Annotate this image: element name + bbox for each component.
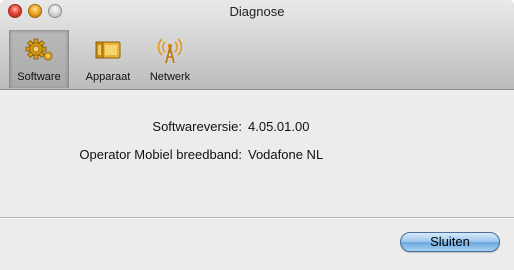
footer-separator [0, 217, 514, 219]
tab-software[interactable]: Software [9, 30, 69, 88]
window-title: Diagnose [229, 4, 285, 19]
software-version-label: Softwareversie: [152, 119, 242, 134]
tab-software-label: Software [17, 71, 61, 83]
title-bar[interactable]: Diagnose [0, 0, 514, 24]
software-version-value: 4.05.01.00 [248, 119, 310, 134]
operator-label: Operator Mobiel breedband: [79, 147, 242, 162]
tab-apparaat-label: Apparaat [85, 71, 131, 83]
gear-icon [24, 36, 54, 64]
tab-apparaat[interactable]: Apparaat [78, 30, 138, 88]
window-chrome: Diagnose Software Apparaat Netwerk [0, 0, 514, 90]
content-pane: Softwareversie: 4.05.01.00 Operator Mobi… [0, 90, 514, 270]
operator-value: Vodafone NL [248, 147, 324, 162]
tab-netwerk[interactable]: Netwerk [141, 30, 199, 88]
diagnose-window: Diagnose Software Apparaat Netwerk Softw… [0, 0, 514, 270]
device-card-icon [93, 36, 123, 64]
antenna-icon [155, 36, 185, 64]
close-button[interactable]: Sluiten [400, 232, 500, 252]
tab-netwerk-label: Netwerk [149, 71, 191, 83]
